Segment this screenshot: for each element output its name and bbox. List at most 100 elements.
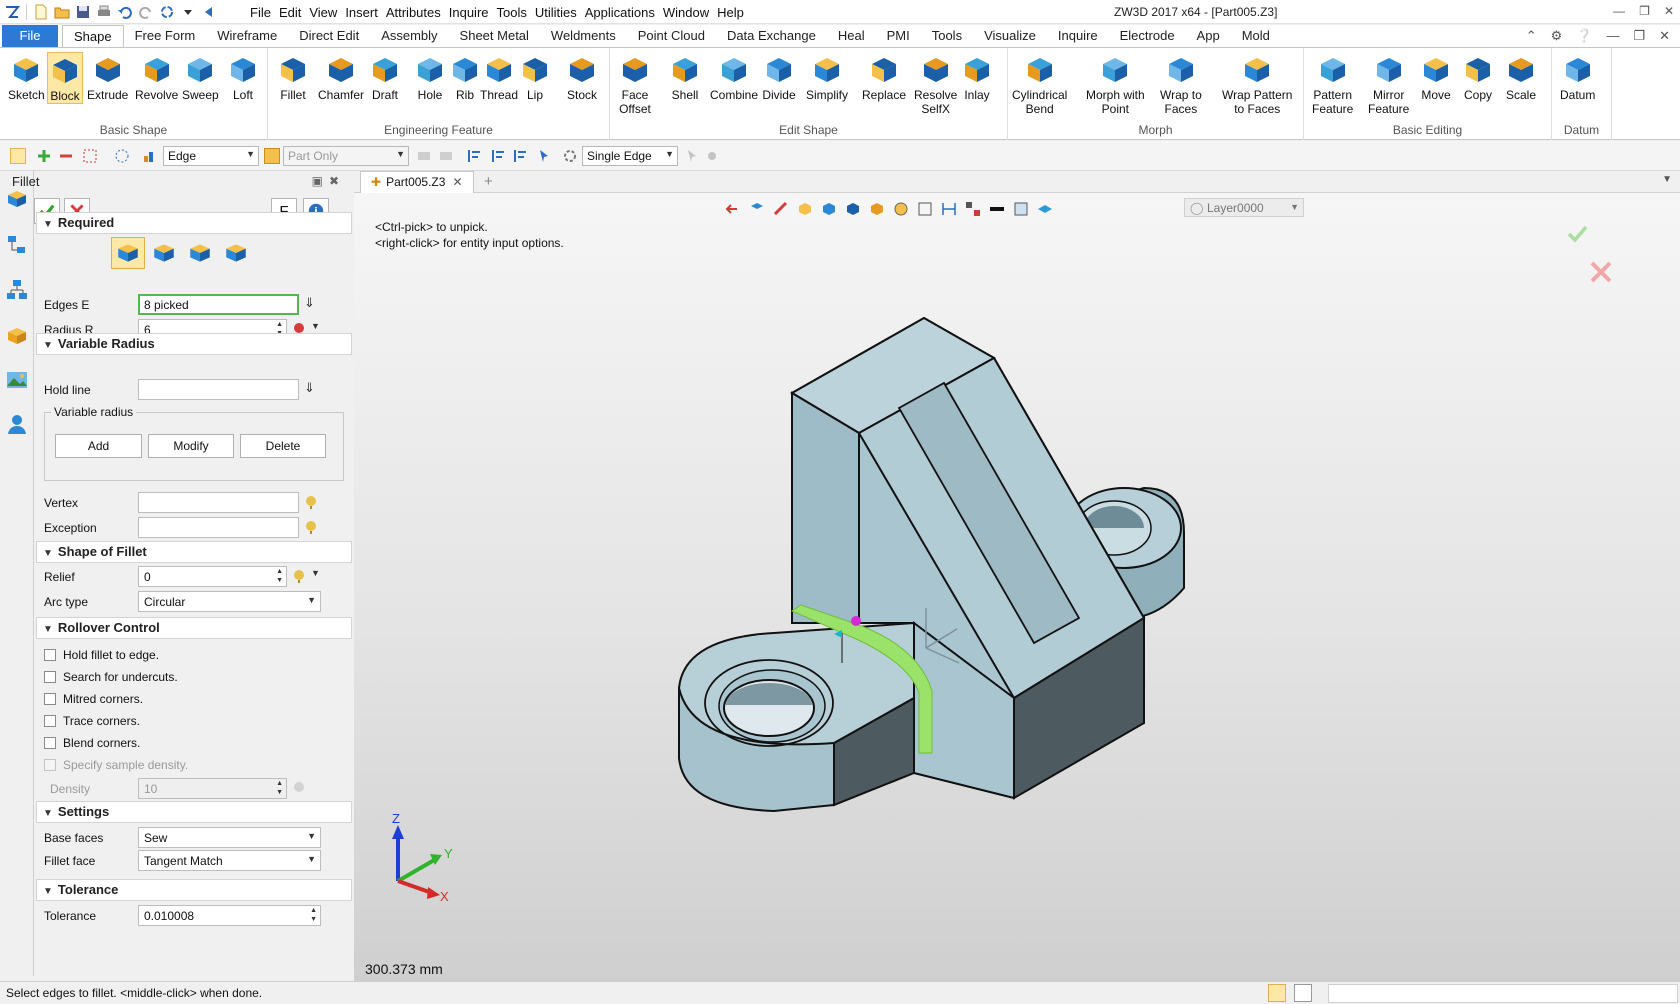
divide-button[interactable]: Divide — [762, 52, 796, 102]
search-for-undercuts-checkbox[interactable]: Search for undercuts. — [44, 670, 178, 684]
iso-view-icon[interactable] — [820, 200, 838, 218]
fill-color-icon[interactable] — [1012, 200, 1030, 218]
tab-weldments[interactable]: Weldments — [540, 25, 627, 47]
tab-point-cloud[interactable]: Point Cloud — [627, 25, 716, 47]
layout-icon[interactable] — [964, 200, 982, 218]
checkbox-box[interactable] — [44, 649, 56, 661]
lip-button[interactable]: Lip — [518, 52, 552, 102]
scale-button[interactable]: Scale — [1504, 52, 1538, 102]
checkbox-box[interactable] — [44, 737, 56, 749]
grayed-cursor-icon[interactable] — [704, 148, 720, 164]
graphics-viewport[interactable]: ◯ Layer0000 ▼ <Ctrl-pick> to unpick. <righ… — [354, 193, 1680, 981]
shell-button[interactable]: Shell — [668, 52, 702, 102]
pattern-feature-button[interactable]: Pattern Feature — [1312, 52, 1353, 116]
edges-expand-chevron-icon[interactable]: ⇓ — [304, 295, 315, 311]
revolve-button[interactable]: Revolve — [135, 52, 178, 102]
tab-data-exchange[interactable]: Data Exchange — [716, 25, 827, 47]
section-required[interactable]: ▼ Required — [36, 212, 352, 234]
scope-combo[interactable]: Part Only ▼ — [283, 146, 409, 166]
image-view-icon[interactable] — [5, 368, 29, 392]
display-toggle-icon[interactable] — [1294, 984, 1312, 1002]
stock-button[interactable]: Stock — [565, 52, 599, 102]
edge-fillet-type-icon[interactable] — [111, 237, 145, 269]
mitred-corners-checkbox[interactable]: Mitred corners. — [44, 692, 143, 706]
face-fillet-type-icon[interactable] — [219, 237, 253, 269]
mirror-feature-button[interactable]: Mirror Feature — [1368, 52, 1409, 116]
thread-button[interactable]: Thread — [480, 52, 518, 102]
exception-field[interactable] — [138, 517, 299, 538]
part-scope-icon[interactable] — [264, 148, 280, 164]
menu-edit[interactable]: Edit — [279, 2, 309, 22]
pick-arrow-icon[interactable] — [10, 148, 26, 164]
line-color-icon[interactable] — [988, 200, 1006, 218]
tab-pmi[interactable]: PMI — [876, 25, 921, 47]
exit-arrow-icon[interactable] — [724, 200, 742, 218]
tab-sheet-metal[interactable]: Sheet Metal — [449, 25, 540, 47]
restore-icon[interactable]: ❐ — [1639, 4, 1650, 18]
hold-line-field[interactable] — [138, 379, 299, 400]
history-tree-icon[interactable] — [5, 278, 29, 302]
align-tool-icon[interactable] — [490, 148, 506, 164]
settings-gear-icon[interactable]: ⚙ — [1551, 28, 1563, 44]
vertex-field[interactable] — [138, 492, 299, 513]
view-orient-icon[interactable] — [748, 200, 766, 218]
section-shape-of-fillet[interactable]: ▼ Shape of Fillet — [36, 541, 352, 563]
viewport-cancel-icon[interactable] — [1588, 259, 1614, 285]
status-input-box[interactable] — [1328, 984, 1678, 1003]
grayed-tool-icon[interactable] — [416, 148, 432, 164]
cylindrical-bend-button[interactable]: Cylindrical Bend — [1012, 52, 1067, 116]
menu-file[interactable]: File — [250, 2, 279, 22]
relief-pick-icon[interactable] — [292, 569, 306, 583]
menu-utilities[interactable]: Utilities — [535, 2, 585, 22]
move-button[interactable]: Move — [1419, 52, 1453, 102]
mdi-restore-icon[interactable]: ❐ — [1633, 28, 1645, 44]
panel-float-icon[interactable]: ▣ — [312, 174, 329, 188]
tab-tools[interactable]: Tools — [921, 25, 973, 47]
document-tab[interactable]: ✚ Part005.Z3 ✕ — [360, 171, 474, 193]
shading-icon[interactable] — [844, 200, 862, 218]
align-tool-icon[interactable] — [512, 148, 528, 164]
tab-list-icon[interactable]: ▼ — [1662, 174, 1672, 185]
close-window-icon[interactable]: ✕ — [1664, 4, 1674, 18]
checkbox-box[interactable] — [44, 693, 56, 705]
assembly-tree-icon[interactable] — [5, 233, 29, 257]
minimize-icon[interactable]: — — [1613, 4, 1625, 18]
menu-applications[interactable]: Applications — [585, 2, 663, 22]
extrude-button[interactable]: Extrude — [87, 52, 128, 102]
cube-view-icon[interactable] — [796, 200, 814, 218]
relief-options-chevron-icon[interactable]: ▼ — [311, 568, 320, 578]
chamfer-button[interactable]: Chamfer — [318, 52, 364, 102]
tab-shape[interactable]: Shape — [62, 25, 124, 47]
menu-insert[interactable]: Insert — [345, 2, 386, 22]
section-rollover-control[interactable]: ▼ Rollover Control — [36, 617, 352, 639]
tab-direct-edit[interactable]: Direct Edit — [288, 25, 370, 47]
fillet-button[interactable]: Fillet — [276, 52, 310, 102]
hold-line-expand-chevron-icon[interactable]: ⇓ — [304, 380, 315, 396]
close-tab-icon[interactable]: ✕ — [452, 175, 462, 189]
menu-tools[interactable]: Tools — [497, 2, 535, 22]
hole-button[interactable]: Hole — [413, 52, 447, 102]
rib-button[interactable]: Rib — [448, 52, 482, 102]
loft-button[interactable]: Loft — [226, 52, 260, 102]
replace-button[interactable]: Replace — [862, 52, 906, 102]
delete-button[interactable]: Delete — [240, 434, 326, 458]
menu-attributes[interactable]: Attributes — [386, 2, 449, 22]
dimension-icon[interactable] — [940, 200, 958, 218]
menu-inquire[interactable]: Inquire — [449, 2, 497, 22]
edges-field[interactable]: 8 picked — [138, 294, 299, 315]
section-view-icon[interactable] — [868, 200, 886, 218]
pick-settings-gear-icon[interactable] — [562, 148, 578, 164]
copy-button[interactable]: Copy — [1461, 52, 1495, 102]
vertex-fillet-type-icon[interactable] — [183, 237, 217, 269]
align-tool-icon[interactable] — [466, 148, 482, 164]
base-faces-select[interactable]: Sew ▼ — [138, 827, 321, 848]
checkbox-box[interactable] — [44, 671, 56, 683]
exception-pick-icon[interactable] — [304, 520, 318, 534]
draft-button[interactable]: Draft — [368, 52, 402, 102]
grayed-tool-icon[interactable] — [438, 148, 454, 164]
panel-close-icon[interactable]: ✖ — [329, 174, 345, 188]
new-file-icon[interactable] — [31, 2, 51, 22]
radius-options-chevron-icon[interactable]: ▼ — [311, 321, 320, 331]
open-folder-icon[interactable] — [52, 2, 72, 22]
tab-app[interactable]: App — [1186, 25, 1231, 47]
